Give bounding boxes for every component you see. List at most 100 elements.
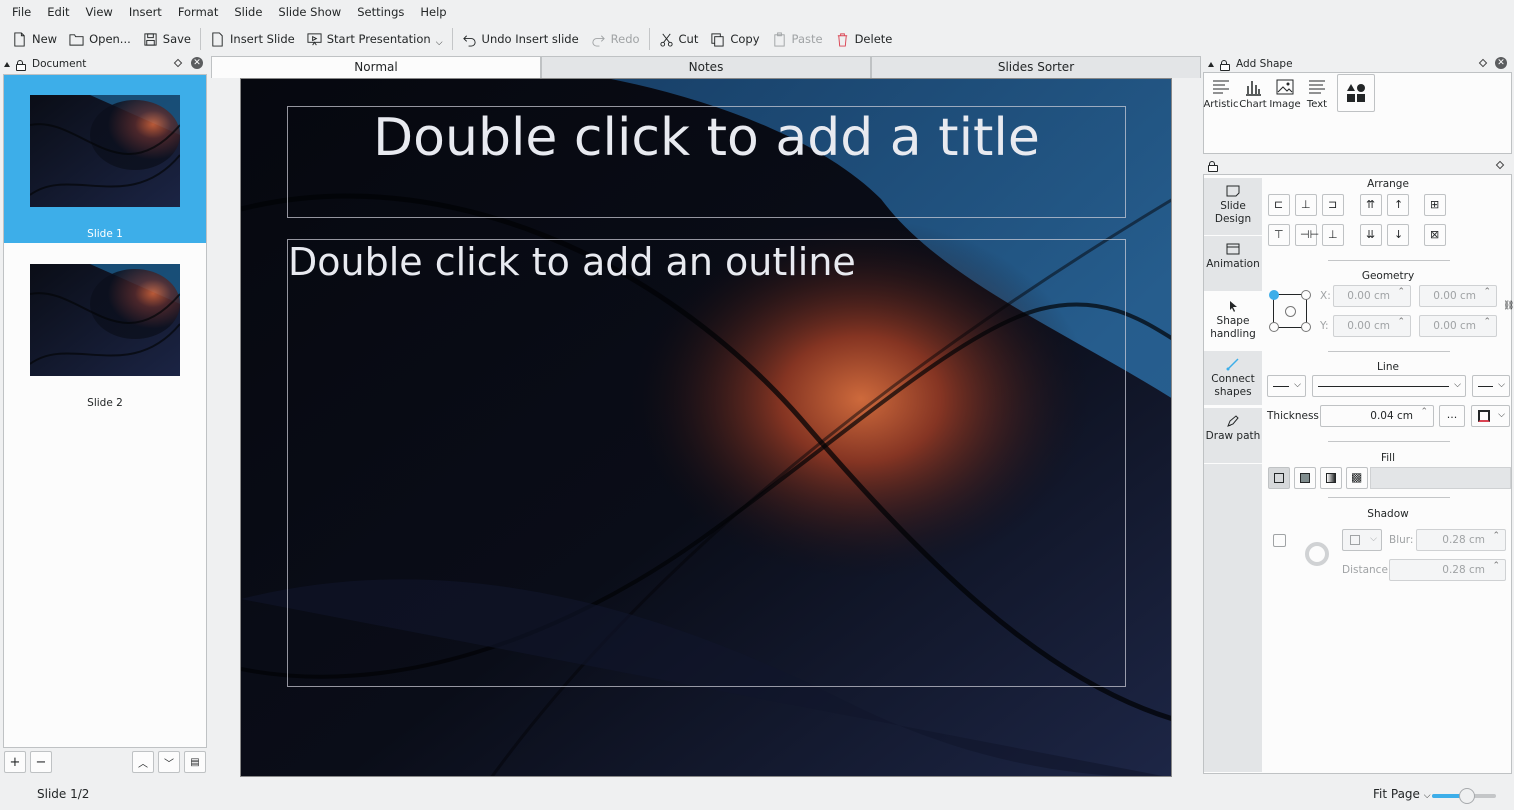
aspect-lock-icon[interactable]: ⛓ [1503, 301, 1514, 311]
shape-text-button[interactable]: Text [1301, 74, 1333, 112]
menu-format[interactable]: Format [170, 0, 227, 24]
title-placeholder[interactable]: Double click to add a title [287, 106, 1126, 218]
tab-slide-design[interactable]: Slide Design [1204, 178, 1262, 235]
align-top-button[interactable]: ⊤ [1268, 224, 1290, 246]
menu-insert[interactable]: Insert [121, 0, 170, 24]
lock-icon[interactable] [16, 59, 26, 71]
fill-gradient-button[interactable] [1320, 467, 1342, 489]
lower-one-icon: ↓ [1394, 228, 1404, 241]
thickness-input[interactable]: 0.04 cm [1320, 402, 1434, 427]
line-start-marker-select[interactable]: ⌵ [1267, 375, 1306, 397]
fill-pattern-button[interactable]: ▩ [1346, 467, 1368, 489]
remove-slide-button[interactable]: − [30, 751, 52, 773]
slide-thumbnail-1[interactable]: Slide 1 [4, 75, 206, 243]
menu-edit[interactable]: Edit [39, 0, 77, 24]
align-right-button[interactable]: ⊐ [1322, 194, 1344, 216]
line-style-select[interactable]: ⌵ [1312, 375, 1466, 397]
menu-help[interactable]: Help [412, 0, 454, 24]
align-center-button[interactable]: ⊥ [1295, 194, 1317, 216]
width-input[interactable]: 0.00 cm [1419, 282, 1497, 307]
close-icon[interactable]: ✕ [1495, 57, 1507, 69]
height-input[interactable]: 0.00 cm [1419, 312, 1497, 337]
tab-shape-handling[interactable]: Shape handling [1204, 293, 1262, 347]
open-button[interactable]: Open... [63, 26, 137, 52]
insert-slide-button[interactable]: Insert Slide [204, 26, 301, 52]
align-middle-button[interactable]: ⊣⊢ [1295, 224, 1319, 246]
add-slide-button[interactable]: + [4, 751, 26, 773]
anchor-bottom-right[interactable] [1301, 322, 1311, 332]
shadow-angle-dial[interactable] [1305, 542, 1329, 566]
lock-icon[interactable] [1220, 59, 1230, 71]
zoom-slider-handle[interactable] [1459, 788, 1476, 804]
shadow-color-select[interactable]: ⌵ [1342, 529, 1382, 551]
slide-list[interactable]: Slide 1 Slide 2 [3, 74, 207, 748]
shape-artistic-button[interactable]: Artistic [1203, 74, 1239, 112]
paste-button[interactable]: Paste [766, 26, 829, 52]
start-presentation-button[interactable]: Start Presentation ⌵ [301, 26, 449, 52]
anchor-center[interactable] [1285, 306, 1296, 317]
tab-connect-shapes[interactable]: Connect shapes [1204, 351, 1262, 405]
shape-text-label: Text [1306, 99, 1328, 110]
start-presentation-label: Start Presentation [326, 32, 431, 46]
menu-slide[interactable]: Slide [226, 0, 270, 24]
tab-animation[interactable]: Animation [1204, 236, 1262, 291]
tab-draw-path[interactable]: Draw path [1204, 408, 1262, 463]
y-position-input[interactable]: 0.00 cm [1333, 312, 1411, 337]
shadow-checkbox[interactable] [1273, 534, 1286, 547]
anchor-top-left[interactable] [1269, 290, 1279, 300]
fill-solid-button[interactable] [1294, 467, 1316, 489]
shape-chart-button[interactable]: Chart [1237, 74, 1269, 112]
chevron-down-icon[interactable]: ⌵ [436, 38, 443, 48]
menu-settings[interactable]: Settings [349, 0, 412, 24]
line-end-marker-select[interactable]: ⌵ [1472, 375, 1510, 397]
x-position-input[interactable]: 0.00 cm [1333, 282, 1411, 307]
outline-placeholder[interactable]: Double click to add an outline [287, 239, 1126, 687]
move-slide-up-button[interactable]: ︿ [132, 751, 154, 773]
menu-file[interactable]: File [4, 0, 39, 24]
shadow-blur-input[interactable]: 0.28 cm [1416, 526, 1506, 551]
line-options-button[interactable]: ... [1439, 405, 1465, 427]
collapse-icon[interactable] [1208, 61, 1214, 67]
tab-slides-sorter[interactable]: Slides Sorter [871, 56, 1201, 78]
shape-more-button[interactable] [1337, 74, 1375, 112]
cut-label: Cut [678, 32, 699, 46]
zoom-mode-select[interactable]: Fit Page ⌵ [1373, 787, 1431, 801]
slide-thumbnail-2[interactable]: Slide 2 [4, 244, 206, 412]
ungroup-button[interactable]: ⊠ [1424, 224, 1446, 246]
shadow-distance-input[interactable]: 0.28 cm [1389, 556, 1506, 581]
arrange-label: Arrange [1367, 178, 1409, 190]
lower-button[interactable]: ↓ [1387, 224, 1409, 246]
group-button[interactable]: ⊞ [1424, 194, 1446, 216]
menu-slide-show[interactable]: Slide Show [270, 0, 349, 24]
anchor-bottom-left[interactable] [1269, 322, 1279, 332]
tab-normal[interactable]: Normal [211, 56, 541, 78]
raise-button[interactable]: ↑ [1387, 194, 1409, 216]
tab-notes[interactable]: Notes [541, 56, 871, 78]
delete-button[interactable]: Delete [829, 26, 899, 52]
line-color-select[interactable]: ⌵ [1471, 405, 1510, 427]
cut-button[interactable]: Cut [653, 26, 705, 52]
shape-image-button[interactable]: Image [1269, 74, 1301, 112]
bring-to-front-button[interactable]: ⇈ [1360, 194, 1382, 216]
undo-button[interactable]: Undo Insert slide [456, 26, 585, 52]
collapse-icon[interactable] [4, 61, 10, 67]
fill-none-button[interactable] [1268, 467, 1290, 489]
menu-view[interactable]: View [78, 0, 121, 24]
lock-icon[interactable] [1208, 161, 1218, 172]
save-button[interactable]: Save [137, 26, 197, 52]
document-dock-label: Document [32, 58, 87, 70]
new-button[interactable]: New [6, 26, 63, 52]
redo-button[interactable]: Redo [585, 26, 646, 52]
send-to-back-button[interactable]: ⇊ [1360, 224, 1382, 246]
anchor-top-right[interactable] [1301, 290, 1311, 300]
delete-label: Delete [854, 32, 893, 46]
slide-canvas[interactable]: Double click to add a title Double click… [240, 78, 1172, 777]
align-left-button[interactable]: ⊏ [1268, 194, 1290, 216]
copy-button[interactable]: Copy [704, 26, 765, 52]
list-view-icon: ▤ [190, 756, 200, 768]
close-icon[interactable]: ✕ [191, 57, 203, 69]
view-mode-button[interactable]: ▤ [184, 751, 206, 773]
align-bottom-button[interactable]: ⊥ [1322, 224, 1344, 246]
float-dock-icon[interactable] [1495, 160, 1505, 170]
move-slide-down-button[interactable]: ﹀ [158, 751, 180, 773]
